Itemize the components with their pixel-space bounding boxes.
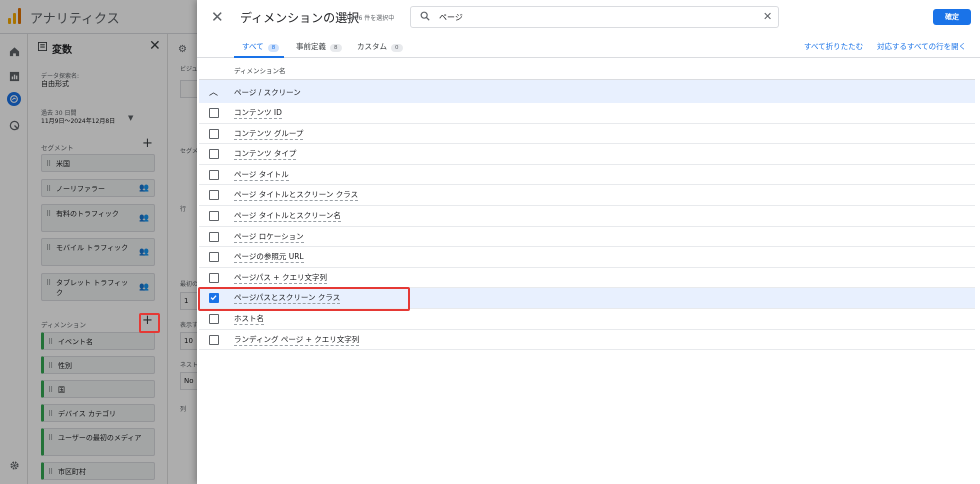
dimension-label: コンテンツ タイプ xyxy=(234,149,297,161)
dimension-row[interactable]: ページパス + クエリ文字列 xyxy=(199,268,975,289)
checkbox[interactable] xyxy=(209,169,219,180)
search-icon xyxy=(420,11,430,21)
tab-predefined[interactable]: 事前定義 8 xyxy=(296,41,342,52)
dimension-row[interactable]: ページ タイトルとスクリーン クラス xyxy=(199,185,975,206)
dimension-row[interactable]: ページ タイトルとスクリーン名 xyxy=(199,206,975,227)
tab-count-badge: 8 xyxy=(267,44,280,52)
chevron-up-icon[interactable]: ︿ xyxy=(209,85,218,98)
dimension-row[interactable]: コンテンツ ID xyxy=(199,103,975,124)
clear-search-icon[interactable]: ✕ xyxy=(763,10,772,23)
tab-all[interactable]: すべて 8 xyxy=(242,41,280,52)
dimension-label: ページ タイトルとスクリーン名 xyxy=(234,211,341,222)
checkbox[interactable] xyxy=(209,149,219,160)
selection-count: 7/356 件を選択中 xyxy=(345,15,395,22)
group-label: ページ / スクリーン xyxy=(234,88,301,97)
column-header: ディメンション名 xyxy=(234,67,286,75)
checkbox[interactable] xyxy=(209,252,219,263)
dimension-label: ランディング ページ + クエリ文字列 xyxy=(234,334,360,346)
dimension-label: ホスト名 xyxy=(234,314,264,325)
checkbox[interactable] xyxy=(209,211,219,221)
dimension-row[interactable]: コンテンツ グループ xyxy=(199,124,975,145)
search-box[interactable]: ✕ xyxy=(410,6,779,28)
dimension-row[interactable]: ページ ロケーション xyxy=(199,227,975,248)
highlight-add-dimension xyxy=(139,313,160,333)
tab-count-badge: 8 xyxy=(330,44,342,52)
tab-label: 事前定義 xyxy=(296,42,326,51)
dimension-label: ページの参照元 URL xyxy=(234,252,304,264)
dimension-label: コンテンツ ID xyxy=(234,108,282,119)
tab-count-badge: 0 xyxy=(391,44,403,52)
tab-custom[interactable]: カスタム 0 xyxy=(357,41,403,52)
dimension-label: ページ ロケーション xyxy=(234,231,304,243)
dimension-row[interactable]: ページ タイトル xyxy=(199,165,975,186)
checkbox[interactable] xyxy=(209,128,219,139)
checkbox[interactable] xyxy=(209,108,219,118)
close-icon[interactable]: ✕ xyxy=(211,8,224,26)
checkbox[interactable] xyxy=(209,190,219,201)
dimension-label: コンテンツ グループ xyxy=(234,128,304,140)
expand-matching-link[interactable]: 対応するすべての行を開く xyxy=(877,41,966,52)
checkbox[interactable] xyxy=(209,334,219,345)
search-input[interactable] xyxy=(439,11,739,24)
dialog-title: ディメンションの選択 xyxy=(240,11,360,25)
checkbox[interactable] xyxy=(209,272,219,283)
collapse-all-link[interactable]: すべて折りたたむ xyxy=(804,41,863,52)
dimension-row[interactable]: ページの参照元 URL xyxy=(199,247,975,268)
checkbox[interactable] xyxy=(209,314,219,324)
confirm-button[interactable]: 確定 xyxy=(933,9,971,25)
dimension-label: ページパス + クエリ文字列 xyxy=(234,272,327,284)
dimension-row[interactable]: コンテンツ タイプ xyxy=(199,144,975,165)
dimension-row[interactable]: ランディング ページ + クエリ文字列 xyxy=(199,330,975,351)
highlight-selected-row xyxy=(198,287,410,311)
tab-label: カスタム xyxy=(357,42,387,51)
dimension-label: ページ タイトル xyxy=(234,169,289,181)
group-row-page-screen[interactable]: ︿ ページ / スクリーン xyxy=(199,79,975,103)
active-tab-indicator xyxy=(234,56,284,58)
tab-label: すべて xyxy=(242,42,264,51)
dimension-row[interactable]: ホスト名 xyxy=(199,309,975,330)
dimension-picker-dialog: ✕ ディメンションの選択 7/356 件を選択中 ✕ 確定 すべて8 事前定義8… xyxy=(197,0,980,484)
checkbox[interactable] xyxy=(209,231,219,242)
dimension-label: ページ タイトルとスクリーン クラス xyxy=(234,190,359,202)
